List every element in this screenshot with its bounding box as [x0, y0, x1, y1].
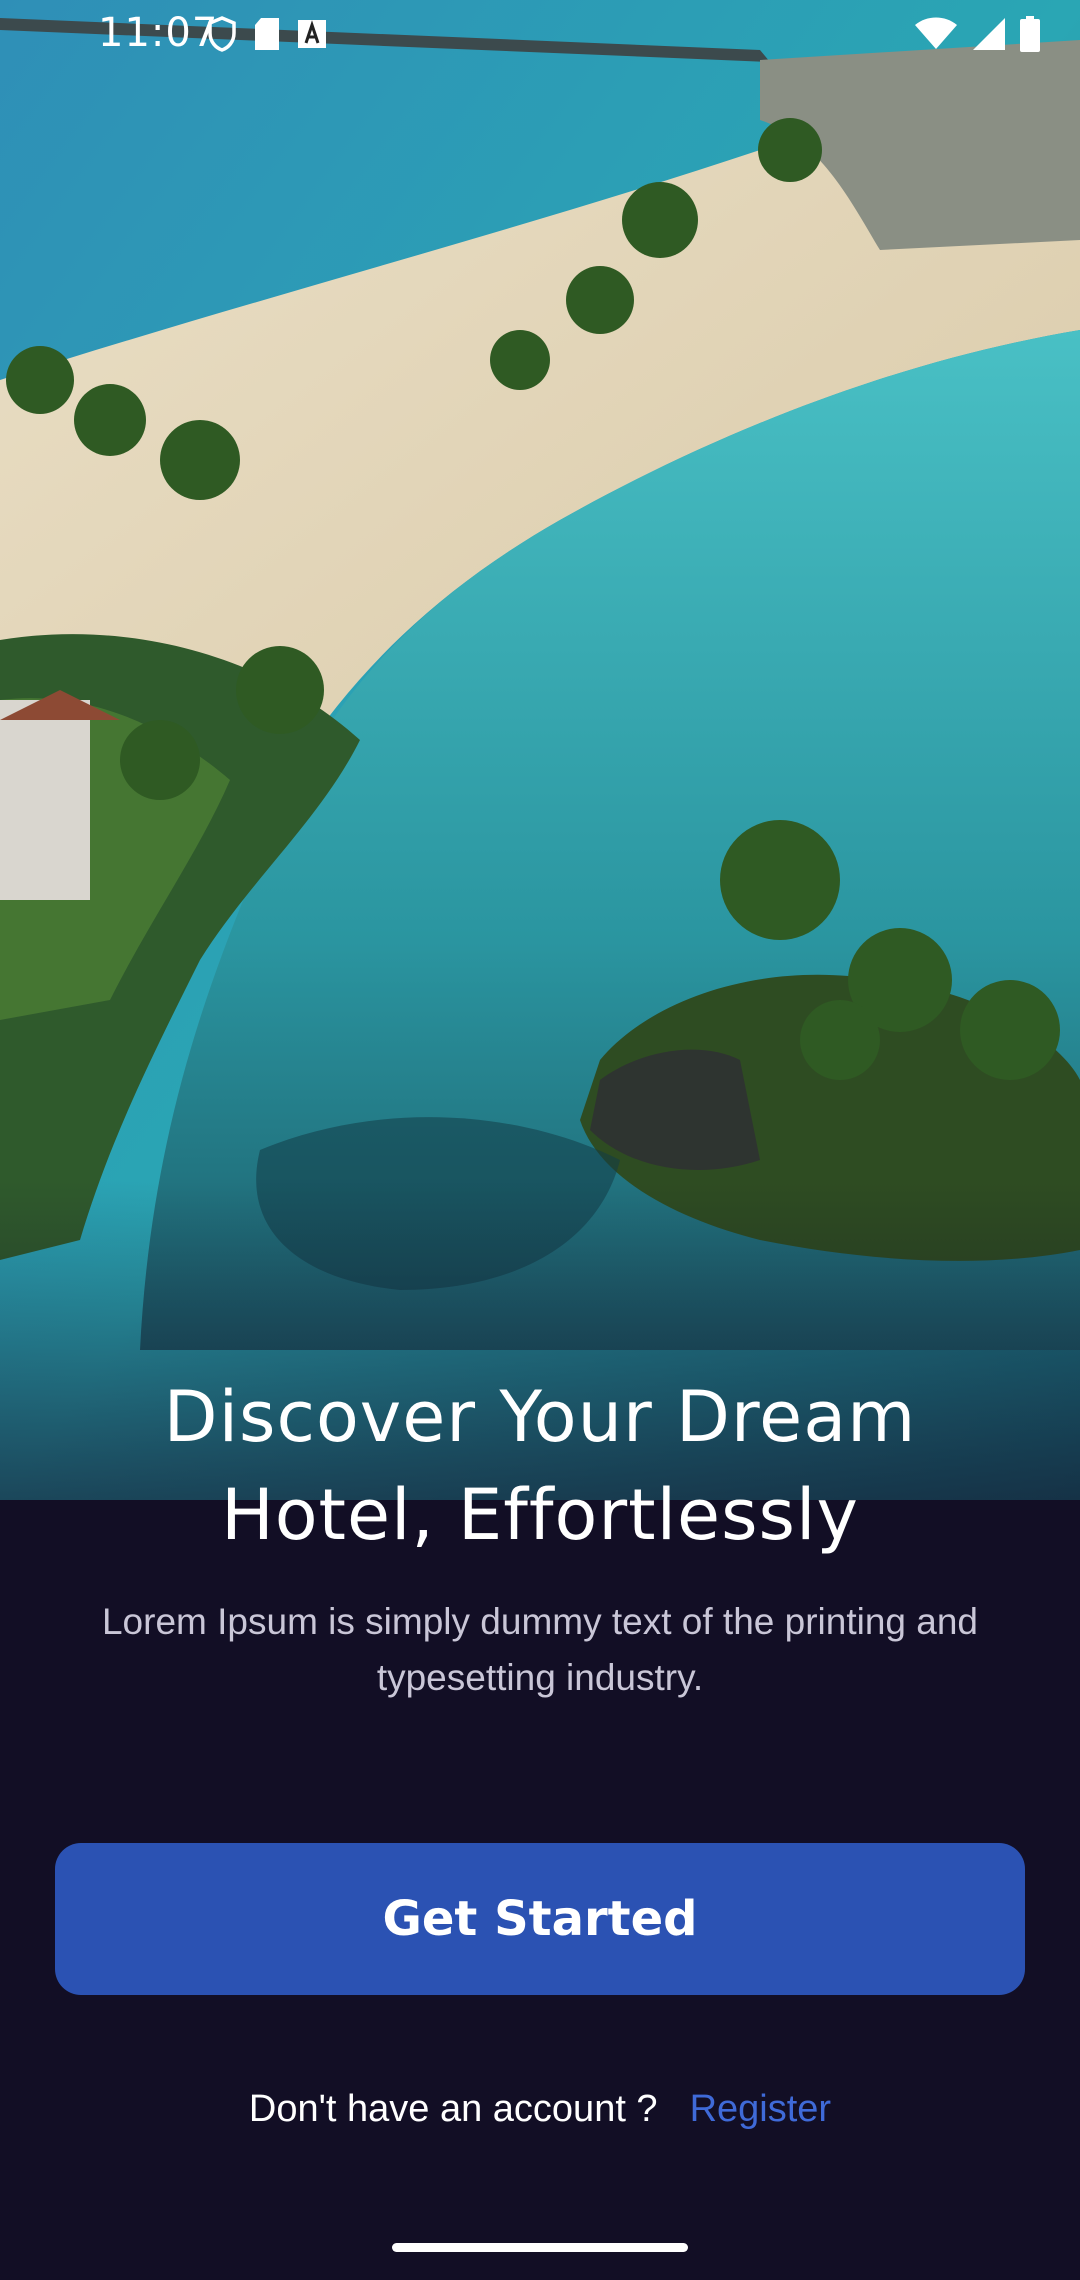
- status-time: 11:07: [98, 10, 219, 56]
- battery-icon: [1020, 16, 1040, 52]
- hero-title-line-2: Hotel, Effortlessly: [221, 1474, 859, 1556]
- signup-row: Don't have an account ? Register: [0, 2088, 1080, 2131]
- shield-icon: [208, 16, 236, 52]
- account-prompt-text: Don't have an account ?: [248, 2088, 658, 2130]
- status-bar: 11:07: [0, 0, 1080, 70]
- register-link[interactable]: Register: [690, 2088, 832, 2131]
- home-indicator[interactable]: [392, 2243, 688, 2252]
- hero-subtitle-line-2: typesetting industry.: [376, 1657, 704, 1698]
- hero-title-line-1: Discover Your Dream: [163, 1376, 917, 1458]
- onboarding-screen: 11:07 Discover Your Dream Hotel, Effortl…: [0, 0, 1080, 2280]
- status-right-icons: [914, 16, 1040, 52]
- a-notification-icon: [298, 20, 326, 48]
- get-started-button[interactable]: Get Started: [55, 1843, 1025, 1995]
- hero-subtitle-line-1: Lorem Ipsum is simply dummy text of the …: [101, 1601, 979, 1642]
- hero-subtitle: Lorem Ipsum is simply dummy text of the …: [70, 1594, 1010, 1706]
- sd-card-icon: [255, 18, 279, 50]
- status-left-icons: [207, 16, 327, 52]
- wifi-icon: [915, 17, 957, 49]
- signal-icon: [973, 18, 1005, 50]
- hero-title: Discover Your Dream Hotel, Effortlessly: [80, 1368, 1000, 1564]
